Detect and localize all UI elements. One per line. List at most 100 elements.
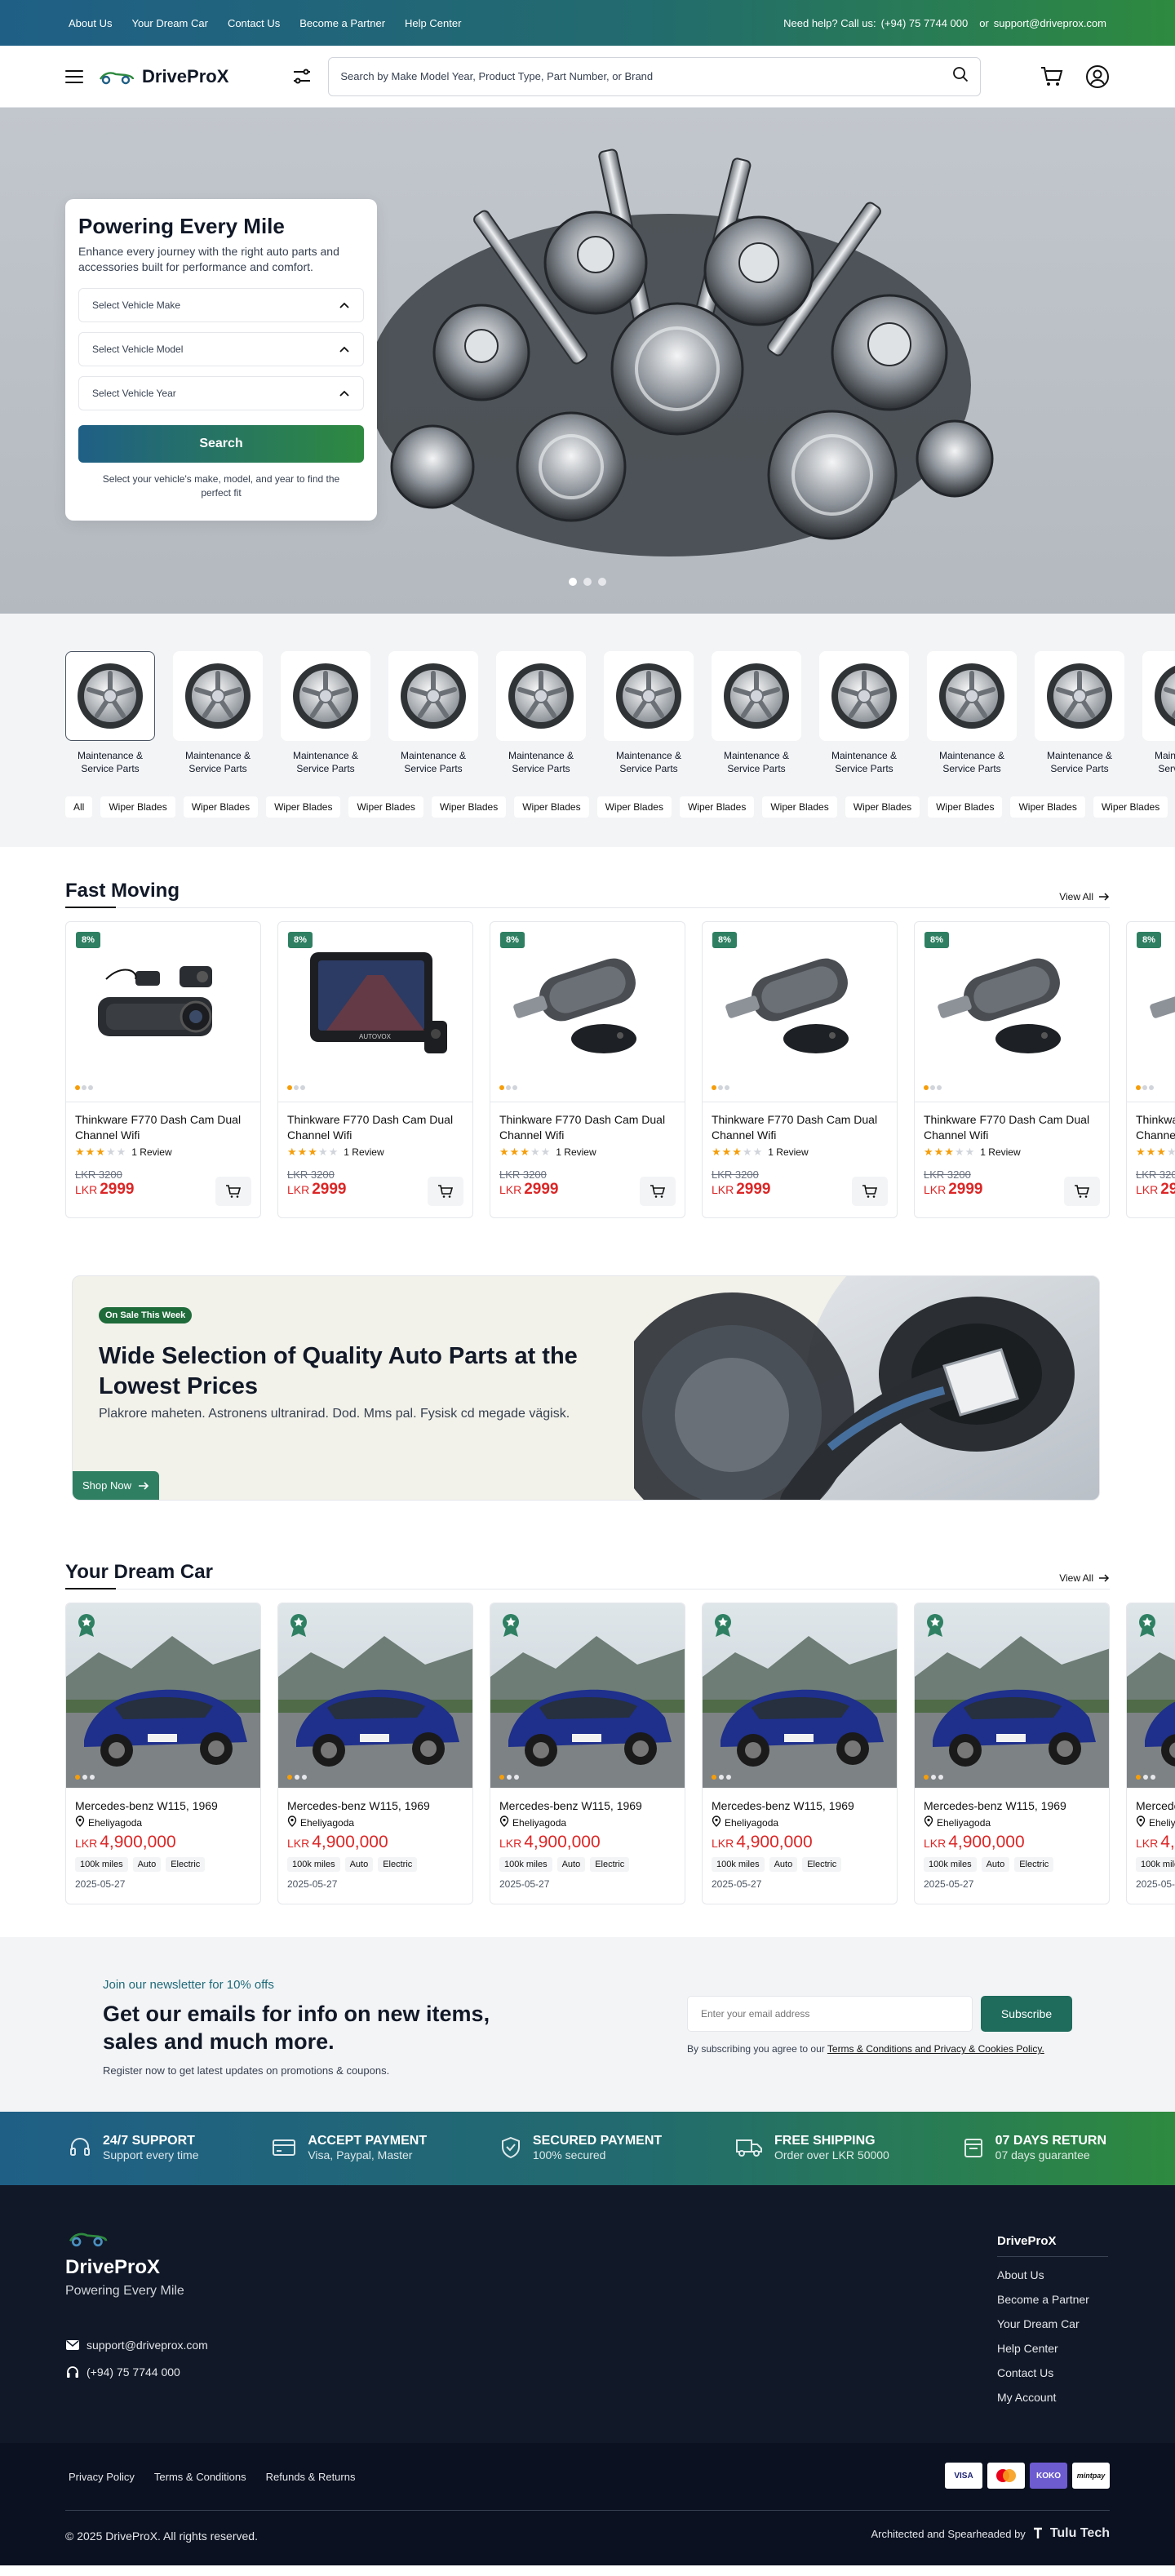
vehicle-search-button[interactable]: Search — [78, 424, 364, 463]
refunds-link[interactable]: Refunds & Returns — [266, 2471, 356, 2483]
terms-link[interactable]: Terms & Conditions — [154, 2471, 246, 2483]
category-item[interactable]: Maintenance & Service Parts — [1035, 651, 1124, 775]
old-price: LKR 3200 — [1136, 1168, 1175, 1181]
top-link-dream-car[interactable]: Your Dream Car — [131, 17, 207, 29]
add-to-cart-button[interactable] — [1064, 1177, 1100, 1207]
category-item[interactable]: Maintenance & Service Parts — [927, 651, 1017, 775]
price-currency: LKR — [712, 1837, 734, 1851]
category-chip[interactable]: Wiper Blades — [845, 796, 920, 818]
review-count: 1 Review — [980, 1146, 1021, 1158]
carousel-dot[interactable] — [569, 578, 577, 586]
category-chip[interactable]: Wiper Blades — [266, 796, 341, 818]
category-item[interactable]: Maintenance & Service Parts — [712, 651, 801, 775]
product-card[interactable]: 8% Thinkware F770 Dash Cam Dual Channel W… — [914, 921, 1110, 1219]
feature-text: ACCEPT PAYMENT Visa, Paypal, Master — [308, 2134, 427, 2163]
category-chip[interactable]: Wiper Blades — [596, 796, 672, 818]
footer-link-about[interactable]: About Us — [997, 2268, 1108, 2281]
product-card[interactable]: 8% Thinkware F770 Dash Cam Dual Channel W… — [1126, 921, 1175, 1219]
account-icon[interactable] — [1085, 64, 1110, 89]
footer-link-dream-car[interactable]: Your Dream Car — [997, 2317, 1108, 2330]
car-price: LKR4,900,000 — [1136, 1833, 1175, 1852]
discount-badge: 8% — [1137, 932, 1161, 949]
category-chip[interactable]: Wiper Blades — [928, 796, 1003, 818]
add-to-cart-button[interactable] — [852, 1177, 888, 1207]
footer-link-contact[interactable]: Contact Us — [997, 2366, 1108, 2379]
chevron-up-icon — [339, 302, 349, 308]
add-to-cart-button[interactable] — [640, 1177, 676, 1207]
vehicle-make-select[interactable]: Select Vehicle Make — [78, 287, 364, 322]
category-chip[interactable]: Wiper Blades — [183, 796, 259, 818]
footer-email[interactable]: support@driveprox.com — [65, 2339, 208, 2352]
category-item[interactable]: Maintenance & Service Parts — [604, 651, 694, 775]
carousel-dot[interactable] — [583, 578, 592, 586]
add-to-cart-button[interactable] — [428, 1177, 463, 1207]
footer-brand: DriveProX Powering Every Mile — [65, 2229, 184, 2299]
product-rating: ★★★★★ 1 Review — [499, 1146, 676, 1159]
footer-link-help[interactable]: Help Center — [997, 2342, 1108, 2355]
category-chip[interactable]: Wiper Blades — [1093, 796, 1168, 818]
category-item[interactable]: Maintenance & Service Parts — [819, 651, 909, 775]
product-card[interactable]: 8% Thinkware F770 Dash Cam Dual Channel W… — [65, 921, 261, 1219]
review-count: 1 Review — [556, 1146, 596, 1158]
footer-link-account[interactable]: My Account — [997, 2391, 1108, 2404]
carousel-dot[interactable] — [598, 578, 606, 586]
car-card[interactable]: Mercedes-benz W115, 1969 Eheliyagoda LKR4,… — [490, 1603, 685, 1905]
logo[interactable]: DriveProX — [98, 66, 228, 87]
star-rating: ★★★★★ — [924, 1145, 976, 1158]
footer-link-partner[interactable]: Become a Partner — [997, 2293, 1108, 2306]
product-card[interactable]: 8% AUTOVOX Thinkware F770 Dash Cam Dual Ch… — [277, 921, 473, 1219]
wheel-icon — [1035, 651, 1124, 741]
vehicle-year-select[interactable]: Select Vehicle Year — [78, 375, 364, 410]
privacy-link[interactable]: Privacy Policy — [69, 2471, 135, 2483]
terms-link[interactable]: Terms & Conditions and Privacy & Cookies… — [827, 2043, 1044, 2055]
car-card[interactable]: Mercedes-benz W115, 1969 Eheliyagoda LKR4,… — [277, 1603, 473, 1905]
category-chip[interactable]: Wiper Blades — [100, 796, 175, 818]
shop-now-button[interactable]: Shop Now — [73, 1471, 159, 1501]
search-input[interactable] — [340, 70, 953, 82]
product-card[interactable]: 8% Thinkware F770 Dash Cam Dual Channel W… — [702, 921, 898, 1219]
subscribe-button[interactable]: Subscribe — [981, 1996, 1072, 2033]
category-chip[interactable]: Wiper Blades — [762, 796, 837, 818]
category-item[interactable]: Maintenance & Service Parts — [65, 651, 155, 775]
category-chip[interactable]: Wiper Blades — [431, 796, 507, 818]
product-card[interactable]: 8% Thinkware F770 Dash Cam Dual Channel W… — [490, 921, 685, 1219]
filter-icon[interactable] — [290, 65, 313, 88]
car-date: 2025-05-27 — [287, 1878, 338, 1891]
vehicle-model-select[interactable]: Select Vehicle Model — [78, 331, 364, 366]
category-chip[interactable]: Wiper Blades — [514, 796, 589, 818]
add-to-cart-button[interactable] — [215, 1177, 251, 1207]
top-link-contact[interactable]: Contact Us — [228, 17, 280, 29]
cart-icon[interactable] — [1040, 65, 1064, 88]
help-phone[interactable]: (+94) 75 7744 000 — [881, 17, 969, 29]
car-card[interactable]: Mercedes-benz W115, 1969 Eheliyagoda LKR4,… — [914, 1603, 1110, 1905]
car-card[interactable]: Mercedes-benz W115, 1969 Eheliyagoda LKR4,… — [702, 1603, 898, 1905]
category-chip[interactable]: Wiper Blades — [679, 796, 755, 818]
top-link-partner[interactable]: Become a Partner — [299, 17, 385, 29]
category-chip[interactable]: Wiper Blades — [348, 796, 423, 818]
footer-phone[interactable]: (+94) 75 7744 000 — [65, 2365, 208, 2379]
newsletter-kicker: Join our newsletter for 10% offs — [103, 1978, 274, 1993]
help-email[interactable]: support@driveprox.com — [994, 17, 1106, 29]
menu-icon[interactable] — [65, 69, 83, 83]
feature-desc: Order over LKR 50000 — [774, 2148, 889, 2162]
top-link-help[interactable]: Help Center — [405, 17, 461, 29]
category-item[interactable]: Maintenance & Service Parts — [173, 651, 263, 775]
top-link-about[interactable]: About Us — [69, 17, 112, 29]
car-tag: 100k miles — [499, 1857, 552, 1873]
image-dots — [915, 1085, 1109, 1091]
category-item[interactable]: Maintenance & Service Parts — [388, 651, 478, 775]
category-item[interactable]: Maintenance & Service Parts — [1142, 651, 1175, 775]
car-card[interactable]: Mercedes-benz W115, 1969 Eheliyagoda LKR4,… — [65, 1603, 261, 1905]
category-label: Maintenance & Service Parts — [615, 750, 682, 775]
category-item[interactable]: Maintenance & Service Parts — [281, 651, 370, 775]
category-chip[interactable]: Wiper Blades — [1010, 796, 1085, 818]
search-icon[interactable] — [952, 66, 969, 86]
category-item[interactable]: Maintenance & Service Parts — [496, 651, 586, 775]
view-all-link[interactable]: View All — [1059, 891, 1110, 902]
credit-brand[interactable]: Tulu Tech — [1050, 2526, 1110, 2541]
medal-icon — [924, 1613, 946, 1642]
category-chip[interactable]: All — [65, 796, 93, 818]
car-card[interactable]: Mercedes-benz W115, 1969 Eheliyagoda LKR4,… — [1126, 1603, 1175, 1905]
view-all-link[interactable]: View All — [1059, 1572, 1110, 1584]
newsletter-email-input[interactable] — [687, 1996, 973, 2033]
